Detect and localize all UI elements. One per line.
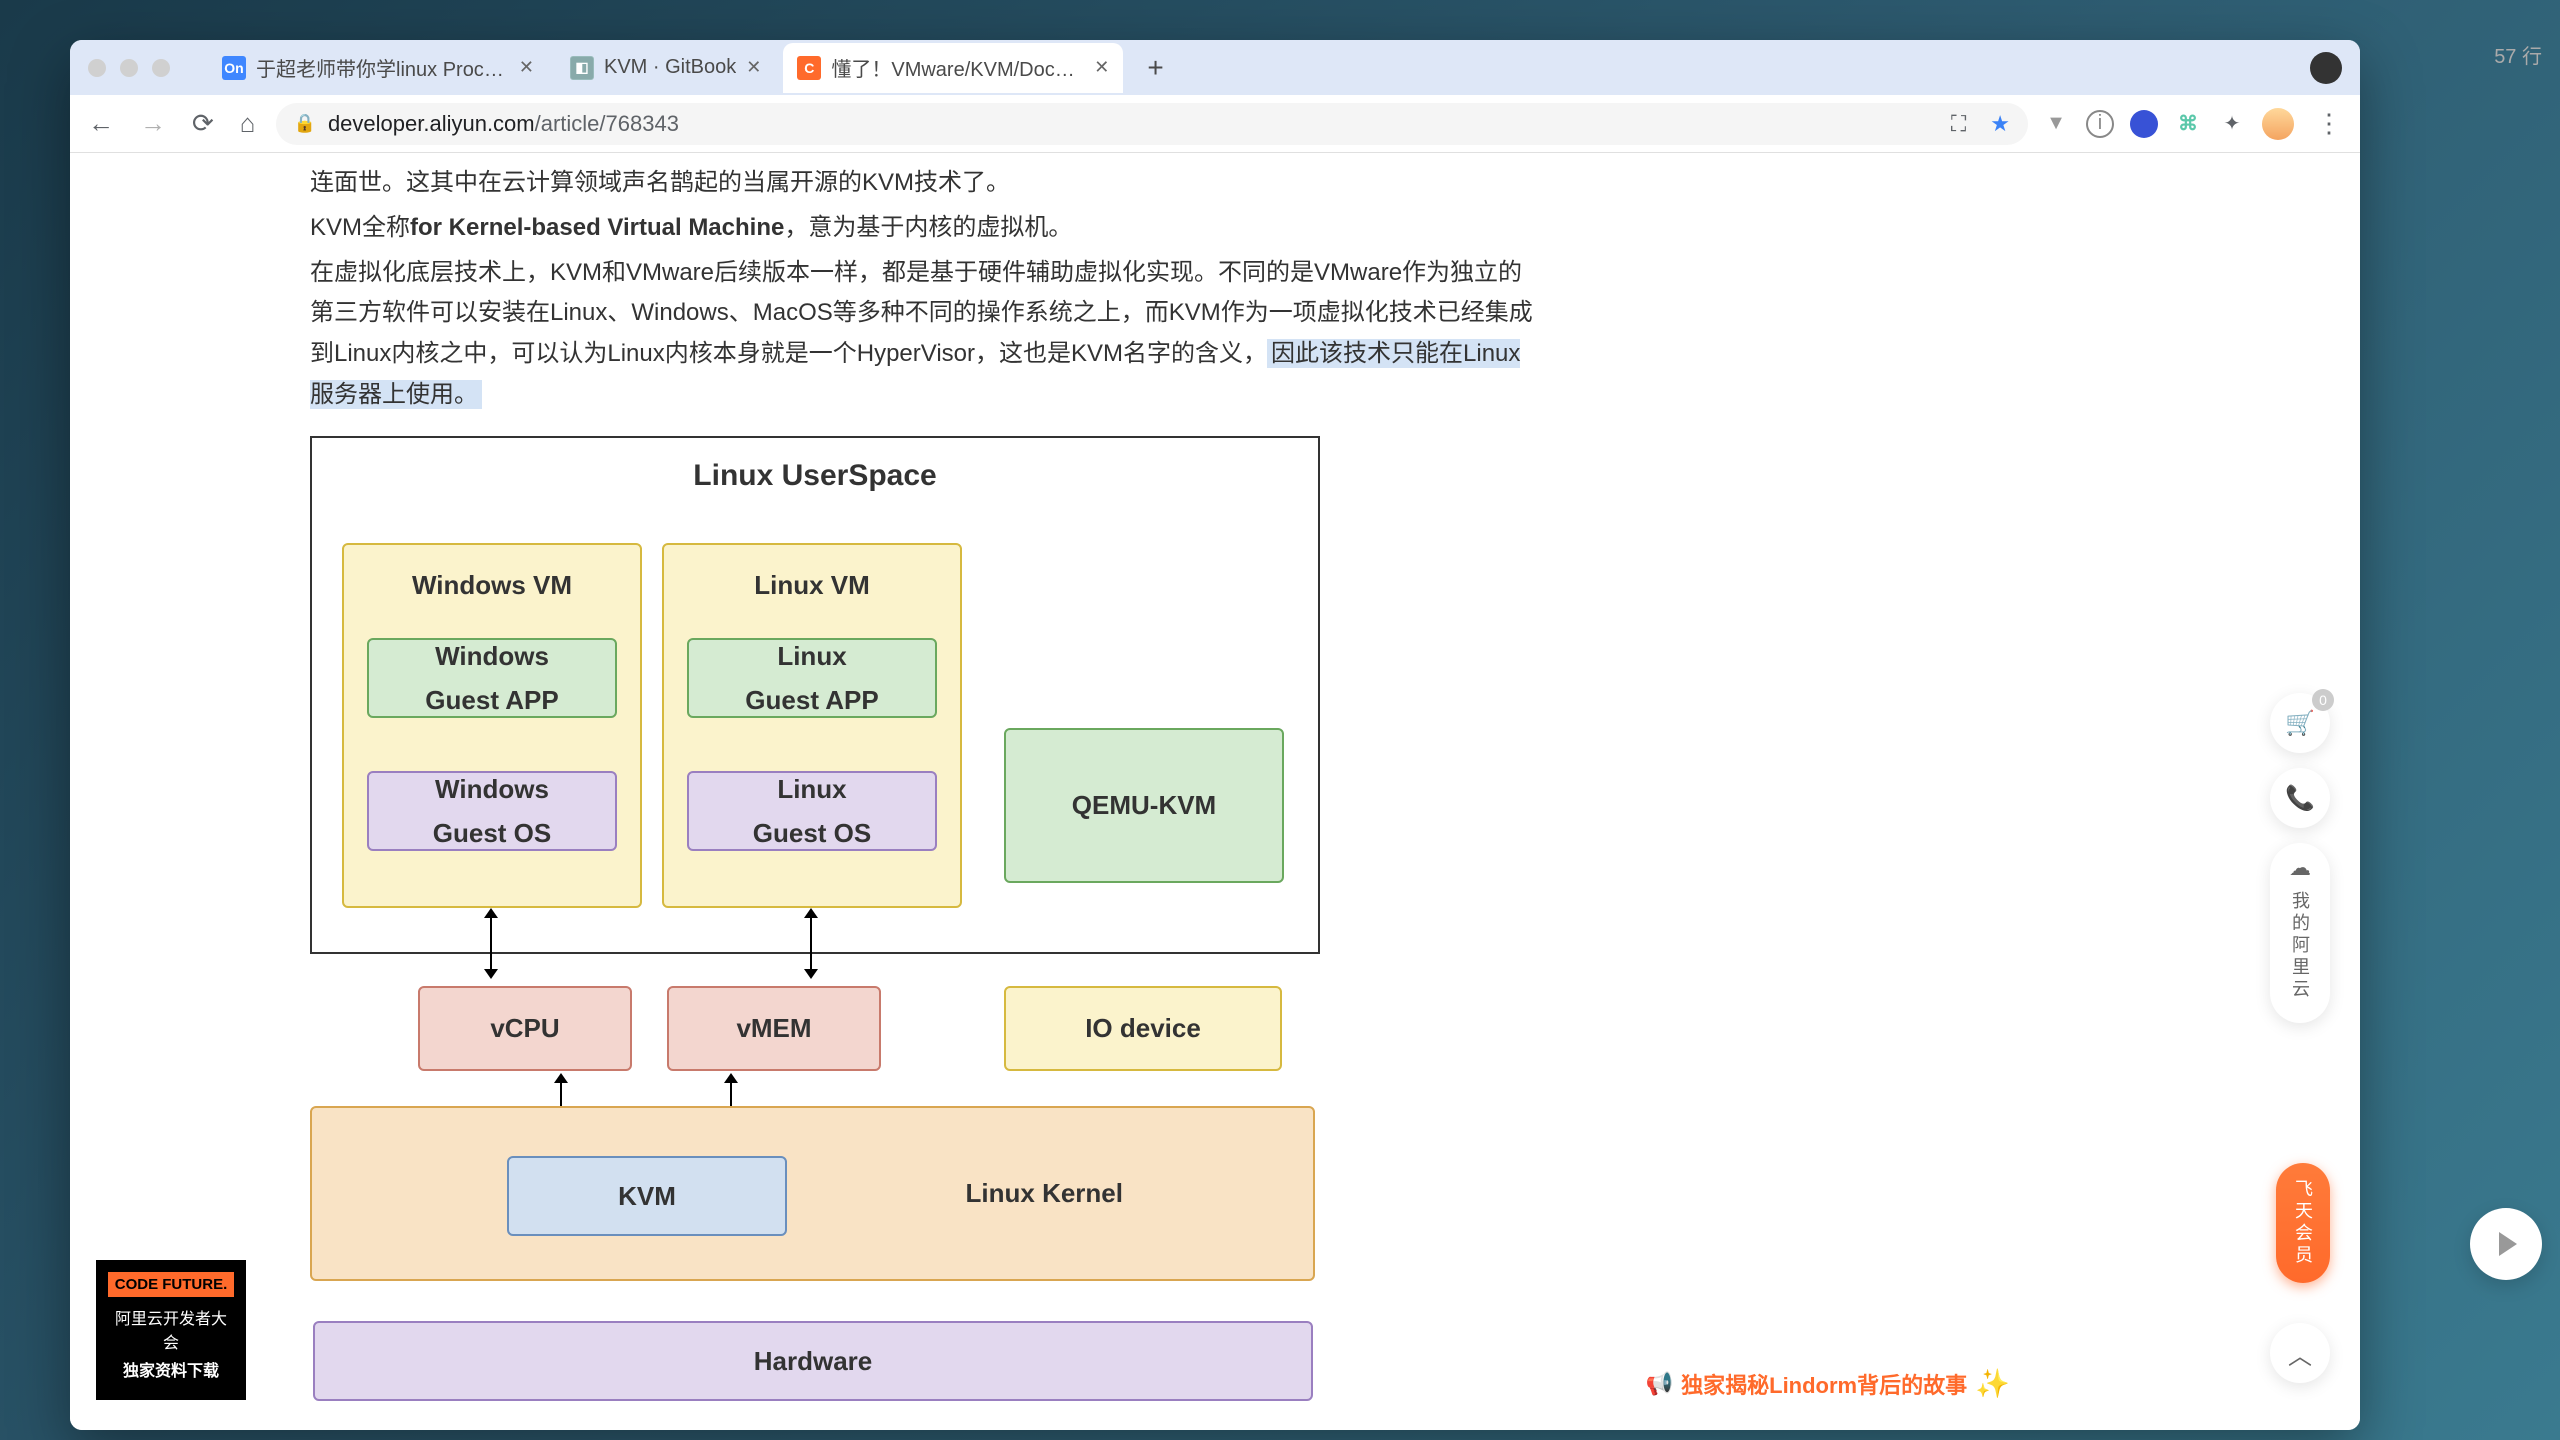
code-future-ad[interactable]: CODE FUTURE. 阿里云开发者大会 独家资料下载 xyxy=(96,1260,246,1400)
back-icon[interactable]: ← xyxy=(82,102,120,145)
kernel-box: Linux Kernel xyxy=(310,1106,1315,1281)
bookmark-star-icon[interactable]: ★ xyxy=(1990,111,2010,137)
code-future-sub: 阿里云开发者大会 xyxy=(108,1305,234,1353)
translate-icon[interactable]: ⛶ xyxy=(1951,111,1966,137)
article-text: KVM全称for Kernel-based Virtual Machine，意为… xyxy=(310,208,1540,249)
ext-icon-4[interactable]: ⌘ xyxy=(2174,110,2202,138)
tab-close-icon[interactable]: ✕ xyxy=(1094,57,1109,78)
userspace-box: Linux UserSpace Windows VM Windows Guest… xyxy=(310,436,1320,954)
video-play-bubble[interactable] xyxy=(2470,1208,2542,1280)
vmem-box: vMEM xyxy=(667,986,881,1071)
window-controls xyxy=(88,59,170,77)
incognito-icon[interactable] xyxy=(2310,52,2342,84)
favicon-aliyun-icon: C xyxy=(797,56,821,80)
tab-processon[interactable]: On 于超老师带你学linux ProcessOn ✕ xyxy=(208,43,548,93)
extensions-puzzle-icon[interactable]: ✦ xyxy=(2218,110,2246,138)
home-icon[interactable]: ⌂ xyxy=(234,102,262,145)
ext-icon-3[interactable] xyxy=(2130,110,2158,138)
favicon-gitbook-icon: ◧ xyxy=(570,56,594,80)
sparkle-icon: ✨ xyxy=(1975,1367,2010,1400)
cloud-icon: ☁ xyxy=(2289,855,2311,881)
extensions-area: ▼ i ⌘ ✦ ⋮ xyxy=(2042,102,2348,145)
address-bar[interactable]: 🔒 developer.aliyun.com/article/768343 ⛶ … xyxy=(276,103,2028,145)
tab-close-icon[interactable]: ✕ xyxy=(519,57,534,78)
article-body: 连面世。这其中在云计算领域声名鹊起的当属开源的KVM技术了。 KVM全称for … xyxy=(310,153,1540,1430)
url-path: /article/768343 xyxy=(535,111,679,136)
member-button[interactable]: 飞天会员 xyxy=(2276,1163,2330,1283)
profile-avatar-icon[interactable] xyxy=(2262,108,2294,140)
my-aliyun-button[interactable]: ☁ 我的阿里云 xyxy=(2270,843,2330,1023)
my-aliyun-label: 我的阿里云 xyxy=(2287,881,2313,1011)
kvm-diagram: Linux UserSpace Windows VM Windows Guest… xyxy=(310,436,1320,954)
minimize-window-icon[interactable] xyxy=(120,59,138,77)
lindorm-banner[interactable]: 📢 独家揭秘Lindorm背后的故事 ✨ xyxy=(1646,1367,2010,1400)
toolbar: ← → ⟳ ⌂ 🔒 developer.aliyun.com/article/7… xyxy=(70,95,2360,153)
editor-status: 57 行 xyxy=(2362,40,2542,69)
browser-window: On 于超老师带你学linux ProcessOn ✕ ◧ KVM · GitB… xyxy=(70,40,2360,1430)
code-future-title: CODE FUTURE. xyxy=(108,1272,234,1297)
page-content: 连面世。这其中在云计算领域声名鹊起的当属开源的KVM技术了。 KVM全称for … xyxy=(70,153,2360,1430)
megaphone-icon: 📢 xyxy=(1646,1371,1673,1397)
cart-button[interactable]: 🛒0 xyxy=(2270,693,2330,753)
close-window-icon[interactable] xyxy=(88,59,106,77)
io-box: IO device xyxy=(1004,986,1282,1071)
tab-aliyun-article[interactable]: C 懂了！VMware/KVM/Docker原… ✕ xyxy=(783,43,1123,93)
tab-close-icon[interactable]: ✕ xyxy=(746,57,761,78)
member-label: 飞天会员 xyxy=(2290,1179,2316,1267)
new-tab-button[interactable]: + xyxy=(1131,52,1179,84)
favicon-processon-icon: On xyxy=(222,56,246,80)
kvm-box: KVM xyxy=(507,1156,787,1236)
forward-icon[interactable]: → xyxy=(134,102,172,145)
scroll-top-button[interactable]: ︿ xyxy=(2270,1323,2330,1383)
lock-icon[interactable]: 🔒 xyxy=(294,113,316,134)
maximize-window-icon[interactable] xyxy=(152,59,170,77)
line-count: 57 行 xyxy=(2494,46,2542,68)
ext-icon-2[interactable]: i xyxy=(2086,110,2114,138)
windows-app-box: Windows Guest APP xyxy=(367,638,617,718)
windows-os-box: Windows Guest OS xyxy=(367,771,617,851)
tab-title: 于超老师带你学linux ProcessOn xyxy=(256,53,509,82)
url-host: developer.aliyun.com xyxy=(328,111,535,136)
vcpu-box: vCPU xyxy=(418,986,632,1071)
qemu-box: QEMU-KVM xyxy=(1004,728,1284,883)
userspace-label: Linux UserSpace xyxy=(693,459,936,492)
tab-title: 懂了！VMware/KVM/Docker原… xyxy=(831,53,1084,82)
linux-os-box: Linux Guest OS xyxy=(687,771,937,851)
article-text: 连面世。这其中在云计算领域声名鹊起的当属开源的KVM技术了。 xyxy=(310,163,1540,204)
article-text: 在虚拟化底层技术上，KVM和VMware后续版本一样，都是基于硬件辅助虚拟化实现… xyxy=(310,253,1540,416)
tab-title: KVM · GitBook xyxy=(604,56,736,79)
arrow-icon xyxy=(490,916,492,971)
lindorm-text: 独家揭秘Lindorm背后的故事 xyxy=(1681,1368,1967,1400)
linux-app-box: Linux Guest APP xyxy=(687,638,937,718)
hardware-box: Hardware xyxy=(313,1321,1313,1401)
menu-icon[interactable]: ⋮ xyxy=(2310,102,2348,145)
ext-icon-1[interactable]: ▼ xyxy=(2042,110,2070,138)
tab-gitbook[interactable]: ◧ KVM · GitBook ✕ xyxy=(556,43,775,93)
contact-button[interactable]: 📞 xyxy=(2270,768,2330,828)
reload-icon[interactable]: ⟳ xyxy=(186,102,220,145)
tab-strip: On 于超老师带你学linux ProcessOn ✕ ◧ KVM · GitB… xyxy=(70,40,2360,95)
arrow-icon xyxy=(810,916,812,971)
cart-count: 0 xyxy=(2312,689,2334,711)
code-future-sub: 独家资料下载 xyxy=(108,1357,234,1381)
